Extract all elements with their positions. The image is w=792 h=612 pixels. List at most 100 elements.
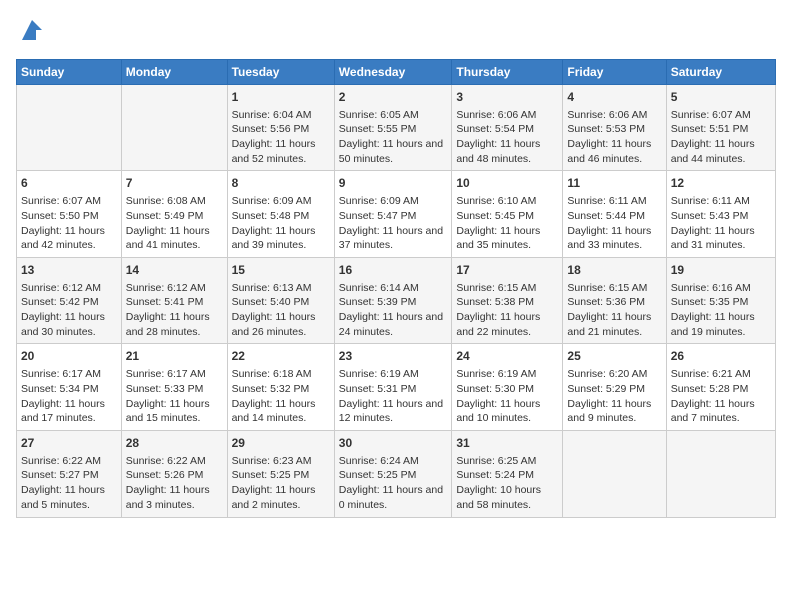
sunset-text: Sunset: 5:50 PM [21, 209, 117, 224]
sunset-text: Sunset: 5:55 PM [339, 122, 448, 137]
daylight-text: Daylight: 11 hours and 42 minutes. [21, 224, 117, 253]
calendar-cell: 10Sunrise: 6:10 AMSunset: 5:45 PMDayligh… [452, 171, 563, 258]
day-number: 30 [339, 435, 448, 452]
day-number: 12 [671, 175, 771, 192]
weekday-header-sunday: Sunday [17, 59, 122, 84]
day-number: 4 [567, 89, 661, 106]
sunset-text: Sunset: 5:45 PM [456, 209, 558, 224]
sunset-text: Sunset: 5:33 PM [126, 382, 223, 397]
calendar-body: 1Sunrise: 6:04 AMSunset: 5:56 PMDaylight… [17, 84, 776, 517]
daylight-text: Daylight: 11 hours and 48 minutes. [456, 137, 558, 166]
sunset-text: Sunset: 5:36 PM [567, 295, 661, 310]
sunset-text: Sunset: 5:25 PM [232, 468, 330, 483]
daylight-text: Daylight: 11 hours and 31 minutes. [671, 224, 771, 253]
day-number: 21 [126, 348, 223, 365]
sunrise-text: Sunrise: 6:10 AM [456, 194, 558, 209]
sunrise-text: Sunrise: 6:21 AM [671, 367, 771, 382]
sunset-text: Sunset: 5:42 PM [21, 295, 117, 310]
calendar-cell: 18Sunrise: 6:15 AMSunset: 5:36 PMDayligh… [563, 257, 666, 344]
weekday-header-friday: Friday [563, 59, 666, 84]
calendar-cell [666, 430, 775, 517]
sunset-text: Sunset: 5:48 PM [232, 209, 330, 224]
day-number: 26 [671, 348, 771, 365]
sunrise-text: Sunrise: 6:06 AM [567, 108, 661, 123]
daylight-text: Daylight: 11 hours and 44 minutes. [671, 137, 771, 166]
sunrise-text: Sunrise: 6:24 AM [339, 454, 448, 469]
sunset-text: Sunset: 5:53 PM [567, 122, 661, 137]
weekday-header-wednesday: Wednesday [334, 59, 452, 84]
daylight-text: Daylight: 10 hours and 58 minutes. [456, 483, 558, 512]
sunset-text: Sunset: 5:25 PM [339, 468, 448, 483]
calendar-cell: 24Sunrise: 6:19 AMSunset: 5:30 PMDayligh… [452, 344, 563, 431]
sunrise-text: Sunrise: 6:22 AM [126, 454, 223, 469]
daylight-text: Daylight: 11 hours and 28 minutes. [126, 310, 223, 339]
daylight-text: Daylight: 11 hours and 5 minutes. [21, 483, 117, 512]
daylight-text: Daylight: 11 hours and 3 minutes. [126, 483, 223, 512]
calendar-cell: 29Sunrise: 6:23 AMSunset: 5:25 PMDayligh… [227, 430, 334, 517]
weekday-header-monday: Monday [121, 59, 227, 84]
sunset-text: Sunset: 5:35 PM [671, 295, 771, 310]
sunrise-text: Sunrise: 6:07 AM [671, 108, 771, 123]
calendar-cell: 9Sunrise: 6:09 AMSunset: 5:47 PMDaylight… [334, 171, 452, 258]
sunset-text: Sunset: 5:54 PM [456, 122, 558, 137]
calendar-cell: 7Sunrise: 6:08 AMSunset: 5:49 PMDaylight… [121, 171, 227, 258]
sunrise-text: Sunrise: 6:13 AM [232, 281, 330, 296]
calendar-cell: 30Sunrise: 6:24 AMSunset: 5:25 PMDayligh… [334, 430, 452, 517]
sunrise-text: Sunrise: 6:15 AM [456, 281, 558, 296]
sunrise-text: Sunrise: 6:19 AM [339, 367, 448, 382]
calendar-cell: 13Sunrise: 6:12 AMSunset: 5:42 PMDayligh… [17, 257, 122, 344]
daylight-text: Daylight: 11 hours and 33 minutes. [567, 224, 661, 253]
calendar-cell: 8Sunrise: 6:09 AMSunset: 5:48 PMDaylight… [227, 171, 334, 258]
day-number: 28 [126, 435, 223, 452]
calendar-cell: 28Sunrise: 6:22 AMSunset: 5:26 PMDayligh… [121, 430, 227, 517]
daylight-text: Daylight: 11 hours and 2 minutes. [232, 483, 330, 512]
daylight-text: Daylight: 11 hours and 9 minutes. [567, 397, 661, 426]
day-number: 17 [456, 262, 558, 279]
day-number: 2 [339, 89, 448, 106]
sunset-text: Sunset: 5:39 PM [339, 295, 448, 310]
sunrise-text: Sunrise: 6:06 AM [456, 108, 558, 123]
day-number: 27 [21, 435, 117, 452]
sunrise-text: Sunrise: 6:19 AM [456, 367, 558, 382]
day-number: 15 [232, 262, 330, 279]
day-number: 29 [232, 435, 330, 452]
sunrise-text: Sunrise: 6:11 AM [567, 194, 661, 209]
daylight-text: Daylight: 11 hours and 41 minutes. [126, 224, 223, 253]
calendar-header: SundayMondayTuesdayWednesdayThursdayFrid… [17, 59, 776, 84]
weekday-header-row: SundayMondayTuesdayWednesdayThursdayFrid… [17, 59, 776, 84]
sunset-text: Sunset: 5:31 PM [339, 382, 448, 397]
sunset-text: Sunset: 5:28 PM [671, 382, 771, 397]
day-number: 23 [339, 348, 448, 365]
sunset-text: Sunset: 5:56 PM [232, 122, 330, 137]
daylight-text: Daylight: 11 hours and 14 minutes. [232, 397, 330, 426]
daylight-text: Daylight: 11 hours and 52 minutes. [232, 137, 330, 166]
sunset-text: Sunset: 5:47 PM [339, 209, 448, 224]
day-number: 3 [456, 89, 558, 106]
day-number: 24 [456, 348, 558, 365]
calendar-cell: 17Sunrise: 6:15 AMSunset: 5:38 PMDayligh… [452, 257, 563, 344]
calendar-week-3: 13Sunrise: 6:12 AMSunset: 5:42 PMDayligh… [17, 257, 776, 344]
sunset-text: Sunset: 5:30 PM [456, 382, 558, 397]
day-number: 31 [456, 435, 558, 452]
calendar-cell: 6Sunrise: 6:07 AMSunset: 5:50 PMDaylight… [17, 171, 122, 258]
daylight-text: Daylight: 11 hours and 19 minutes. [671, 310, 771, 339]
daylight-text: Daylight: 11 hours and 30 minutes. [21, 310, 117, 339]
sunset-text: Sunset: 5:24 PM [456, 468, 558, 483]
day-number: 13 [21, 262, 117, 279]
sunrise-text: Sunrise: 6:04 AM [232, 108, 330, 123]
daylight-text: Daylight: 11 hours and 17 minutes. [21, 397, 117, 426]
weekday-header-tuesday: Tuesday [227, 59, 334, 84]
calendar-week-1: 1Sunrise: 6:04 AMSunset: 5:56 PMDaylight… [17, 84, 776, 171]
calendar-cell [121, 84, 227, 171]
sunrise-text: Sunrise: 6:25 AM [456, 454, 558, 469]
day-number: 19 [671, 262, 771, 279]
sunset-text: Sunset: 5:41 PM [126, 295, 223, 310]
calendar-cell: 15Sunrise: 6:13 AMSunset: 5:40 PMDayligh… [227, 257, 334, 344]
sunset-text: Sunset: 5:43 PM [671, 209, 771, 224]
sunset-text: Sunset: 5:44 PM [567, 209, 661, 224]
day-number: 1 [232, 89, 330, 106]
day-number: 10 [456, 175, 558, 192]
weekday-header-saturday: Saturday [666, 59, 775, 84]
sunrise-text: Sunrise: 6:11 AM [671, 194, 771, 209]
daylight-text: Daylight: 11 hours and 26 minutes. [232, 310, 330, 339]
